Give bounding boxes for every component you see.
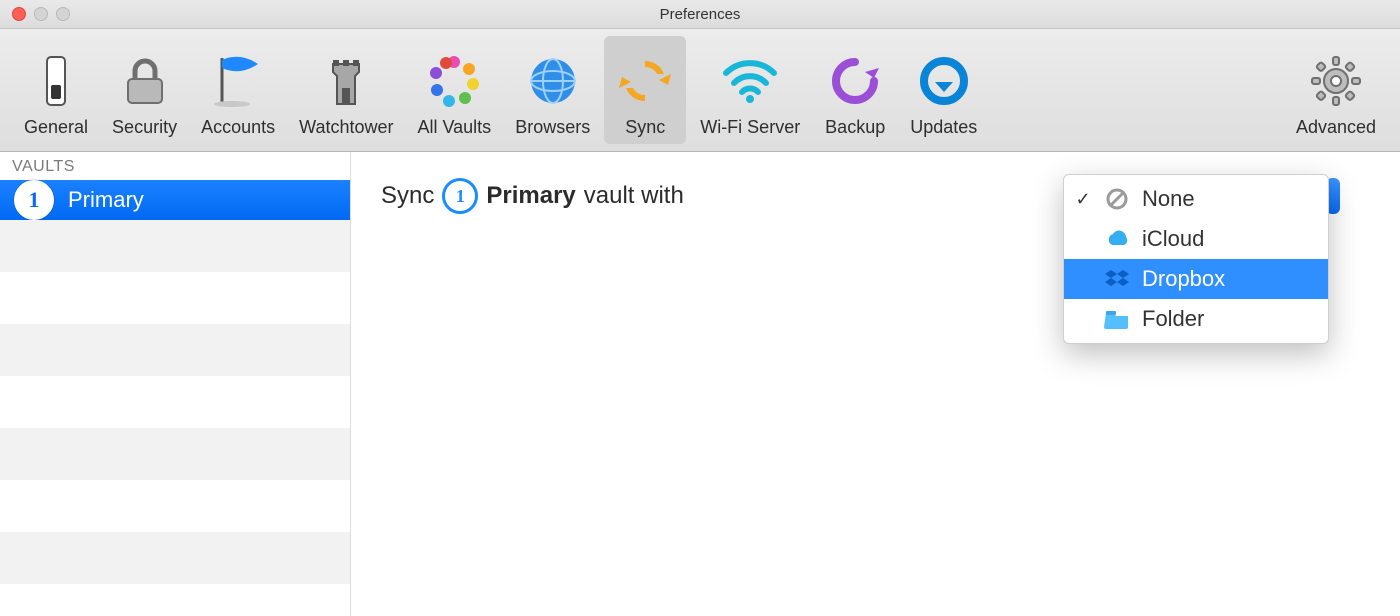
checkmark-icon: ✓ (1074, 189, 1092, 210)
tab-label: Advanced (1296, 117, 1376, 138)
sync-pane: Sync 1 Primary vault with ✓ None (351, 152, 1400, 616)
tab-label: General (24, 117, 88, 138)
tab-watchtower[interactable]: Watchtower (289, 36, 403, 144)
tab-label: Watchtower (299, 117, 393, 138)
tab-accounts[interactable]: Accounts (191, 36, 285, 144)
tab-label: All Vaults (417, 117, 491, 138)
menu-item-dropbox[interactable]: Dropbox (1064, 259, 1328, 299)
tab-wifi-server[interactable]: Wi-Fi Server (690, 36, 810, 144)
sidebar-empty-rows (0, 220, 350, 616)
vault-icon: 1 (442, 178, 478, 214)
tab-all-vaults[interactable]: All Vaults (407, 36, 501, 144)
vaults-ring-icon (426, 53, 482, 109)
vaults-sidebar: VAULTS 1 Primary (0, 152, 351, 616)
menu-item-folder[interactable]: Folder (1064, 299, 1328, 339)
wifi-icon (722, 53, 778, 109)
sidebar-header: VAULTS (0, 152, 350, 180)
tab-label: Updates (910, 117, 977, 138)
none-icon (1104, 186, 1130, 212)
window-title: Preferences (0, 6, 1400, 23)
dropbox-icon (1104, 266, 1130, 292)
folder-icon (1104, 306, 1130, 332)
gear-icon (1308, 53, 1364, 109)
globe-icon (525, 53, 581, 109)
tab-label: Backup (825, 117, 885, 138)
menu-item-label: Dropbox (1142, 266, 1225, 292)
backup-icon (827, 53, 883, 109)
tab-updates[interactable]: Updates (900, 36, 987, 144)
tab-browsers[interactable]: Browsers (505, 36, 600, 144)
preferences-toolbar: General Security Accounts Watchtower (0, 29, 1400, 152)
sync-suffix: vault with (584, 182, 684, 210)
sync-target-menu[interactable]: ✓ None iCloud (1063, 174, 1329, 344)
sync-prefix: Sync (381, 182, 434, 210)
tab-advanced[interactable]: Advanced (1286, 36, 1386, 144)
tab-security[interactable]: Security (102, 36, 187, 144)
updates-icon (916, 53, 972, 109)
cloud-icon (1104, 226, 1130, 252)
menu-item-icloud[interactable]: iCloud (1064, 219, 1328, 259)
tab-label: Accounts (201, 117, 275, 138)
tab-general[interactable]: General (14, 36, 98, 144)
menu-item-label: Folder (1142, 306, 1204, 332)
menu-item-label: None (1142, 186, 1195, 212)
tab-label: Wi-Fi Server (700, 117, 800, 138)
vault-name: Primary (486, 182, 575, 210)
slider-icon (28, 53, 84, 109)
menu-item-none[interactable]: ✓ None (1064, 179, 1328, 219)
titlebar: Preferences (0, 0, 1400, 29)
flag-icon (210, 53, 266, 109)
tab-sync[interactable]: Sync (604, 36, 686, 144)
tab-label: Sync (625, 117, 665, 138)
tab-label: Browsers (515, 117, 590, 138)
vault-icon: 1 (14, 180, 54, 220)
sidebar-item-primary[interactable]: 1 Primary (0, 180, 350, 220)
sidebar-item-label: Primary (68, 187, 144, 213)
menu-item-label: iCloud (1142, 226, 1204, 252)
tab-label: Security (112, 117, 177, 138)
tab-backup[interactable]: Backup (814, 36, 896, 144)
tower-icon (318, 53, 374, 109)
lock-icon (117, 53, 173, 109)
sync-icon (617, 53, 673, 109)
